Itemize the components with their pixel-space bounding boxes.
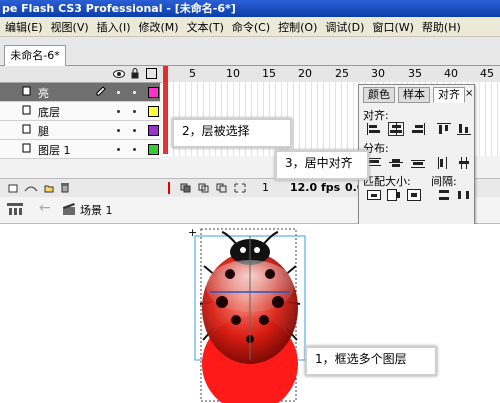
- align-bottom-icon[interactable]: [457, 123, 471, 135]
- frame-rate: 12.0 fps: [290, 181, 341, 194]
- frame-number: 15: [262, 67, 276, 80]
- current-frame: 1: [262, 181, 269, 194]
- stage[interactable]: + 1，框选多个图层: [0, 224, 500, 403]
- align-label: 对齐:: [363, 109, 389, 122]
- ladybug-artwork[interactable]: +: [0, 224, 500, 403]
- menu-help[interactable]: 帮助(H): [417, 19, 464, 35]
- align-right-icon[interactable]: [411, 123, 425, 135]
- visibility-dot: [117, 91, 120, 94]
- outline-icon[interactable]: [146, 68, 157, 79]
- scene-name[interactable]: 场景 1: [80, 202, 113, 218]
- match-width-icon[interactable]: [367, 189, 381, 201]
- modify-onion-markers-icon[interactable]: [234, 183, 246, 193]
- svg-text:+: +: [188, 226, 197, 239]
- frame-number: 5: [189, 67, 196, 80]
- frame-number: 25: [335, 67, 349, 80]
- match-width-height-icon[interactable]: [407, 189, 421, 201]
- callout-layer-selected: 2，层被选择: [172, 118, 292, 148]
- frame-number: 35: [408, 67, 422, 80]
- distribute-left-icon[interactable]: [437, 157, 451, 169]
- frame-number: 45: [480, 67, 494, 80]
- menu-text[interactable]: 文本(T): [182, 19, 227, 35]
- lock-dot: [133, 148, 136, 151]
- document-tab[interactable]: 未命名-6*: [4, 45, 66, 66]
- playhead[interactable]: [163, 66, 168, 154]
- lock-dot: [133, 110, 136, 113]
- callout-box-select: 1，框选多个图层: [305, 346, 437, 376]
- add-layer-icon[interactable]: [8, 183, 18, 193]
- add-guide-layer-icon[interactable]: [24, 183, 38, 193]
- align-left-icon[interactable]: [367, 123, 381, 135]
- layer-name: 底层: [38, 106, 60, 119]
- layer-icon: [22, 86, 31, 96]
- menu-insert[interactable]: 插入(I): [92, 19, 134, 35]
- menu-debug[interactable]: 调试(D): [320, 19, 367, 35]
- tab-align[interactable]: 对齐: [433, 87, 465, 103]
- pencil-icon: [96, 86, 106, 96]
- trash-icon[interactable]: [60, 182, 70, 193]
- layer-color-swatch[interactable]: [148, 144, 159, 155]
- document-tab-strip: [0, 37, 500, 66]
- lock-dot: [133, 129, 136, 132]
- layer-row-light[interactable]: 亮: [0, 83, 160, 102]
- align-top-icon[interactable]: [437, 123, 451, 135]
- distribute-bottom-icon[interactable]: [411, 157, 425, 169]
- frame-number: 30: [371, 67, 385, 80]
- edit-multiple-frames-icon[interactable]: [216, 183, 228, 193]
- match-height-icon[interactable]: [387, 189, 401, 201]
- onion-skin-icon[interactable]: [180, 183, 192, 193]
- onion-outline-icon[interactable]: [198, 183, 210, 193]
- align-panel: 颜色 样本 对齐 × 对齐: 分布: 匹配大小: 间隔:: [358, 84, 475, 226]
- match-size-label: 匹配大小:: [363, 175, 411, 188]
- layer-name: 腿: [38, 125, 49, 138]
- eye-icon[interactable]: [113, 69, 125, 79]
- menu-bar: 编辑(E) 视图(V) 插入(I) 修改(M) 文本(T) 命令(C) 控制(O…: [0, 17, 500, 37]
- frame-number: 10: [226, 67, 240, 80]
- frame-number: 20: [298, 67, 312, 80]
- space-evenly-horizontal-icon[interactable]: [457, 189, 471, 201]
- center-frame-icon[interactable]: [166, 182, 172, 194]
- lock-dot: [133, 91, 136, 94]
- menu-control[interactable]: 控制(O): [273, 19, 320, 35]
- back-arrow-icon[interactable]: ←: [39, 200, 51, 216]
- layer-row-bottom[interactable]: 底层: [0, 102, 160, 121]
- window-title: pe Flash CS3 Professional - [未命名-6*]: [0, 0, 500, 17]
- visibility-dot: [117, 110, 120, 113]
- menu-window[interactable]: 窗口(W): [367, 19, 416, 35]
- add-folder-icon[interactable]: [44, 183, 54, 193]
- space-evenly-vertical-icon[interactable]: [437, 189, 451, 201]
- timeline-header: [0, 66, 500, 83]
- callout-center-align: 3，居中对齐: [275, 150, 369, 180]
- menu-view[interactable]: 视图(V): [46, 19, 92, 35]
- layer-icon: [22, 105, 31, 115]
- distribute-hcenter-icon[interactable]: [457, 157, 471, 169]
- layer-row-layer1[interactable]: 图层 1: [0, 140, 160, 159]
- close-icon[interactable]: ×: [465, 88, 473, 99]
- distribute-top-icon[interactable]: [367, 157, 381, 169]
- visibility-dot: [117, 148, 120, 151]
- layer-name: 亮: [38, 87, 49, 100]
- tab-color[interactable]: 颜色: [363, 87, 395, 103]
- menu-modify[interactable]: 修改(M): [133, 19, 181, 35]
- menu-edit[interactable]: 编辑(E): [0, 19, 46, 35]
- layer-row-legs[interactable]: 腿: [0, 121, 160, 140]
- frame-number: 40: [444, 67, 458, 80]
- clapper-icon: [63, 203, 75, 215]
- lock-icon[interactable]: [131, 68, 139, 79]
- tab-swatches[interactable]: 样本: [398, 87, 430, 103]
- spacing-label: 间隔:: [431, 175, 457, 188]
- layer-name: 图层 1: [38, 144, 71, 157]
- align-horizontal-center-icon[interactable]: [388, 122, 404, 136]
- distribute-vcenter-icon[interactable]: [389, 157, 403, 169]
- visibility-dot: [117, 129, 120, 132]
- timeline-toggle-icon[interactable]: [6, 202, 24, 216]
- menu-commands[interactable]: 命令(C): [227, 19, 273, 35]
- layer-color-swatch[interactable]: [148, 125, 159, 136]
- layer-icon: [22, 124, 31, 134]
- layer-color-swatch[interactable]: [148, 106, 159, 117]
- layer-icon: [22, 143, 31, 153]
- layer-color-swatch[interactable]: [148, 87, 159, 98]
